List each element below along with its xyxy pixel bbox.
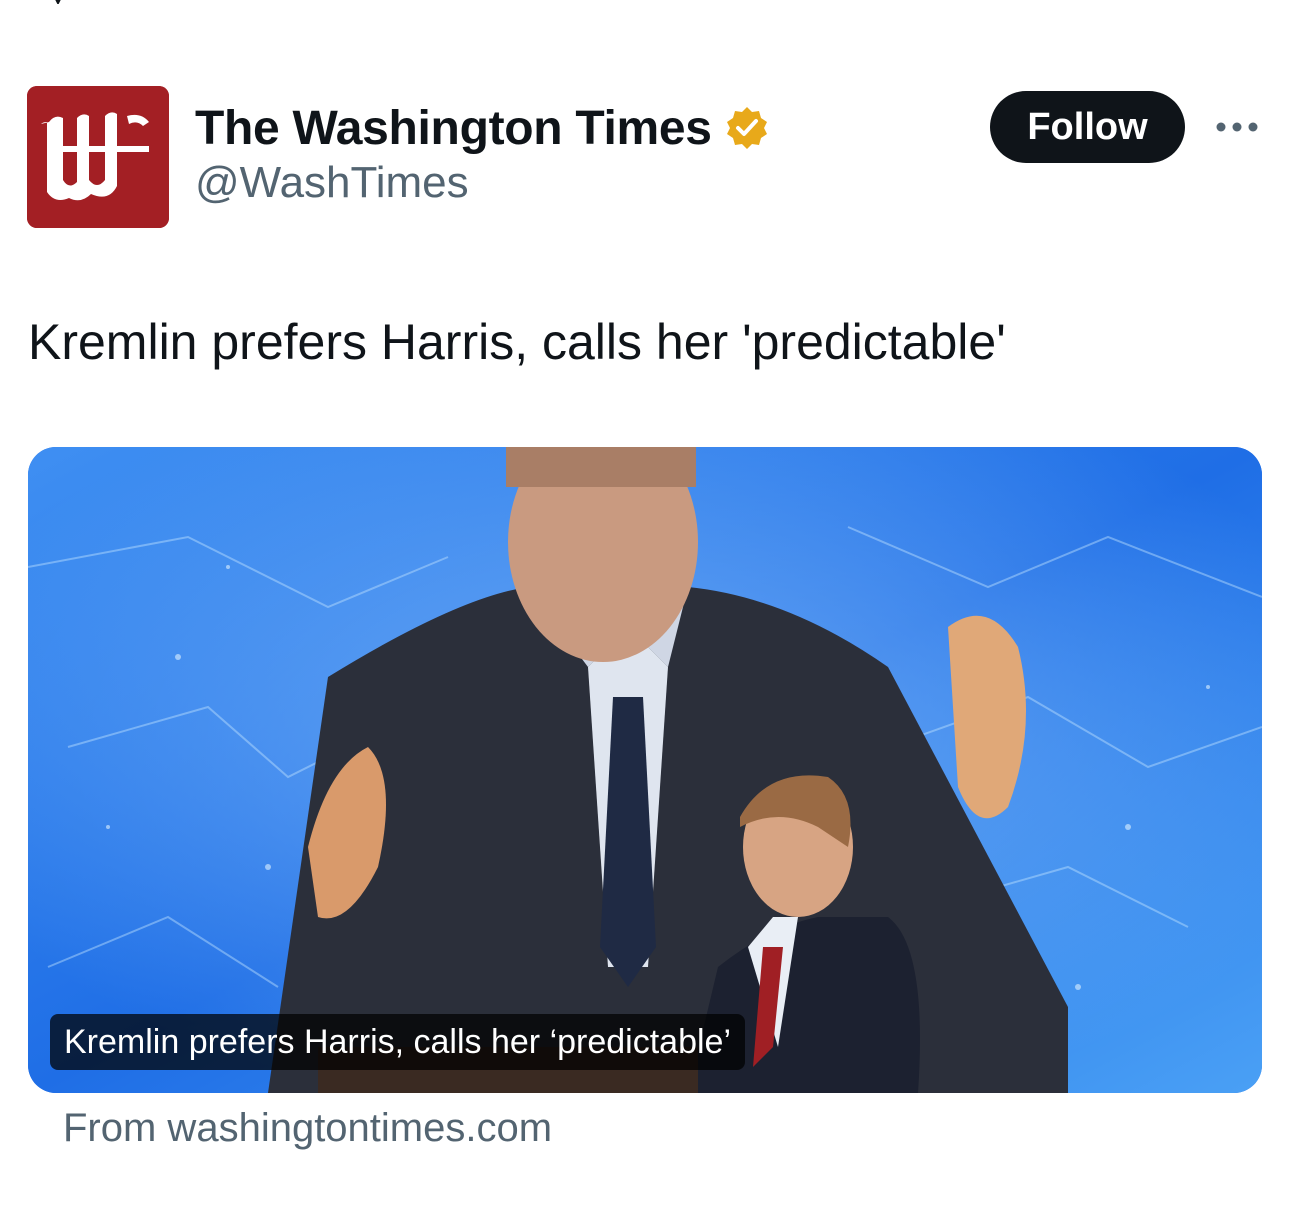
author-info: The Washington Times @WashTimes: [195, 96, 770, 208]
news-photo-illustration: [28, 447, 1262, 1093]
more-horizontal-icon[interactable]: [1214, 115, 1260, 139]
verified-badge-icon[interactable]: [724, 105, 770, 151]
washington-times-logo-icon: [27, 86, 169, 228]
post-text: Kremlin prefers Harris, calls her 'predi…: [28, 314, 1006, 370]
back-arrow-icon[interactable]: [52, 0, 76, 4]
link-card-title-overlay: Kremlin prefers Harris, calls her ‘predi…: [50, 1014, 746, 1070]
header-title-cropped: [585, 0, 705, 4]
author-handle[interactable]: @WashTimes: [195, 158, 770, 208]
link-card-source[interactable]: From washingtontimes.com: [63, 1106, 552, 1151]
top-navigation-bar-cropped: [0, 0, 1290, 12]
link-card-image[interactable]: [28, 447, 1262, 1093]
display-name-row: The Washington Times: [195, 96, 770, 160]
post-detail-view: The Washington Times @WashTimes Follow K…: [0, 0, 1290, 1214]
follow-button[interactable]: Follow: [990, 91, 1185, 163]
author-avatar[interactable]: [27, 86, 169, 228]
author-display-name[interactable]: The Washington Times: [195, 101, 712, 156]
